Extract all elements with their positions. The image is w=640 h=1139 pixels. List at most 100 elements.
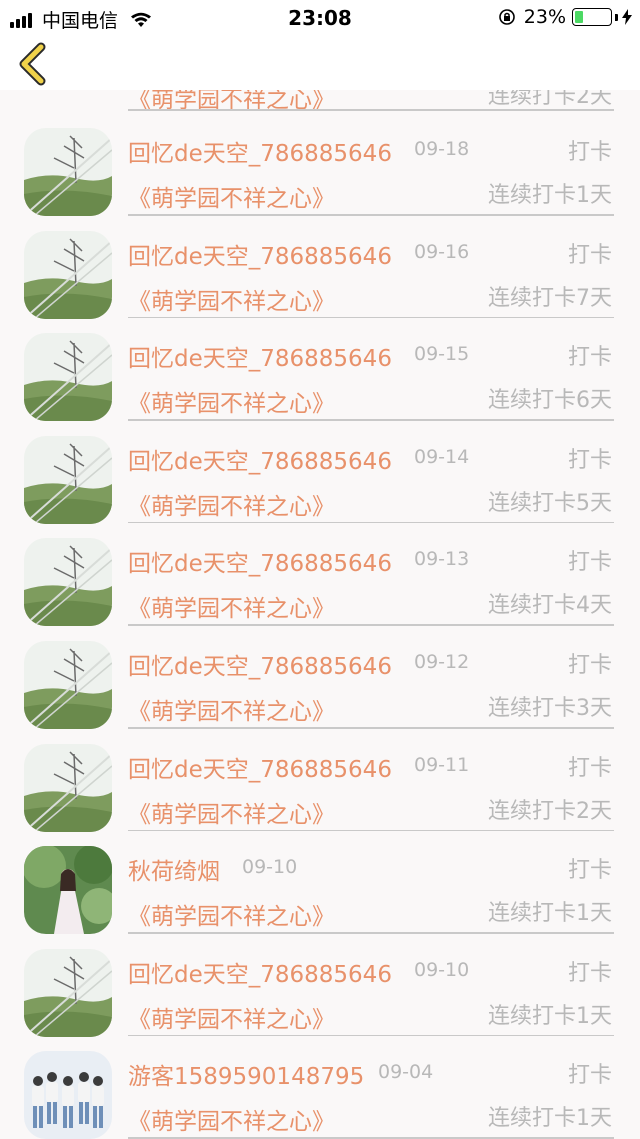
book-title[interactable]: 《萌学园不祥之心》 [128, 897, 335, 931]
checkin-date: 09-11 [414, 753, 470, 776]
user-name[interactable]: 回忆de天空_786885646 [128, 750, 392, 784]
user-avatar[interactable] [24, 230, 112, 319]
row-divider [128, 419, 614, 421]
checkin-action-label: 打卡 [567, 345, 612, 371]
row-divider [128, 316, 614, 319]
user-name[interactable]: 秋荷绮烟 [128, 852, 220, 886]
battery-percent: 23% [523, 6, 566, 28]
book-title[interactable]: 《萌学园不祥之心》 [128, 589, 335, 623]
list-item[interactable]: 回忆de天空_786885646 09-11 打卡《萌学园不祥之心》 连续打卡2天 [0, 740, 640, 843]
user-avatar[interactable] [24, 846, 112, 935]
streak-text: 连续打卡1天 [488, 901, 612, 927]
list-item[interactable]: 回忆de天空_786885646 09-18 打卡《萌学园不祥之心》 连续打卡1天 [0, 124, 640, 227]
checkin-action-label: 打卡 [567, 1063, 612, 1089]
list-item[interactable]: 回忆de天空_786885646 09-13 打卡《萌学园不祥之心》 连续打卡4天 [0, 534, 640, 637]
checkin-date: 09-12 [414, 651, 470, 673]
checkin-date: 09-10 [242, 856, 298, 879]
user-avatar[interactable] [24, 948, 112, 1037]
landscape-avatar-image [24, 538, 112, 627]
landscape-avatar-image [24, 743, 112, 832]
checkin-list[interactable]: 《萌学园不祥之心》 连续打卡2天 回忆de天空_786885646 09-18 打卡… [0, 0, 640, 1139]
checkin-date: 09-04 [378, 1061, 434, 1084]
streak-text: 连续打卡1天 [488, 183, 612, 208]
row-divider [128, 109, 614, 111]
list-item[interactable]: 游客1589590148795 09-04 打卡《萌学园不祥之心》 连续打卡1天 [0, 1047, 640, 1139]
battery-level [575, 11, 583, 23]
book-title[interactable]: 《萌学园不祥之心》 [128, 1102, 335, 1136]
streak-text: 连续打卡3天 [488, 696, 612, 721]
charging-icon [622, 9, 632, 25]
row-divider [128, 727, 614, 729]
landscape-avatar-image [24, 435, 112, 524]
checkin-action-label: 打卡 [567, 140, 612, 165]
user-name[interactable]: 回忆de天空_786885646 [128, 647, 392, 681]
checkin-date: 09-13 [414, 548, 470, 571]
streak-text: 连续打卡1天 [488, 1106, 612, 1132]
user-avatar[interactable] [24, 641, 112, 729]
row-divider [128, 1034, 614, 1037]
book-title[interactable]: 《萌学园不祥之心》 [128, 487, 335, 521]
book-title[interactable]: 《萌学园不祥之心》 [128, 179, 335, 213]
list-item[interactable]: 秋荷绮烟 09-10 打卡《萌学园不祥之心》 连续打卡1天 [0, 842, 640, 945]
user-name[interactable]: 回忆de天空_786885646 [128, 339, 392, 373]
user-name[interactable]: 游客1589590148795 [128, 1057, 364, 1091]
list-item[interactable]: 回忆de天空_786885646 09-16 打卡《萌学园不祥之心》 连续打卡7天 [0, 227, 640, 330]
list-item[interactable]: 回忆de天空_786885646 09-14 打卡《萌学园不祥之心》 连续打卡5天 [0, 432, 640, 535]
checkin-date: 09-14 [414, 445, 470, 468]
user-avatar[interactable] [24, 333, 112, 422]
checkin-action-label: 打卡 [567, 755, 612, 781]
row-divider [128, 932, 614, 934]
streak-text: 连续打卡2天 [488, 798, 612, 824]
battery-cap [615, 13, 618, 21]
list-item[interactable]: 回忆de天空_786885646 09-12 打卡《萌学园不祥之心》 连续打卡3天 [0, 637, 640, 740]
book-title[interactable]: 《萌学园不祥之心》 [128, 692, 335, 726]
list-item[interactable]: 回忆de天空_786885646 09-15 打卡《萌学园不祥之心》 连续打卡6天 [0, 329, 640, 432]
landscape-avatar-image [24, 230, 112, 319]
streak-text: 连续打卡1天 [488, 1003, 612, 1029]
user-avatar[interactable] [24, 538, 112, 627]
user-avatar[interactable] [24, 128, 112, 216]
book-title[interactable]: 《萌学园不祥之心》 [128, 384, 335, 418]
streak-text: 连续打卡5天 [488, 490, 612, 516]
chevron-left-icon [19, 42, 46, 86]
portrait-avatar-image [24, 846, 112, 935]
row-divider [128, 624, 614, 626]
checkin-date: 09-10 [414, 958, 470, 981]
row-divider [128, 829, 614, 832]
checkin-date: 09-18 [414, 138, 470, 160]
checkin-action-label: 打卡 [567, 653, 612, 678]
landscape-avatar-image [24, 948, 112, 1037]
checkin-action-label: 打卡 [567, 550, 612, 576]
rotation-lock-icon [498, 9, 515, 25]
streak-text: 连续打卡4天 [488, 593, 612, 619]
navigation-bar [0, 36, 640, 90]
user-avatar[interactable] [24, 435, 112, 524]
book-title[interactable]: 《萌学园不祥之心》 [128, 1000, 335, 1034]
list-item[interactable]: 回忆de天空_786885646 09-10 打卡《萌学园不祥之心》 连续打卡1天 [0, 945, 640, 1048]
landscape-avatar-image [24, 641, 112, 729]
landscape-avatar-image [24, 333, 112, 422]
user-name[interactable]: 回忆de天空_786885646 [128, 237, 392, 271]
checkin-date: 09-15 [414, 343, 470, 366]
book-title[interactable]: 《萌学园不祥之心》 [128, 282, 335, 316]
user-name[interactable]: 回忆de天空_786885646 [128, 442, 392, 476]
book-title[interactable]: 《萌学园不祥之心》 [128, 795, 335, 829]
user-name[interactable]: 回忆de天空_786885646 [128, 134, 392, 168]
user-avatar[interactable] [24, 743, 112, 832]
streak-text: 连续打卡6天 [488, 388, 612, 414]
status-bar: 中国电信 23:08 23% [0, 0, 640, 36]
checkin-date: 09-16 [414, 240, 470, 263]
battery-icon [572, 8, 612, 26]
streak-text: 连续打卡7天 [488, 285, 612, 311]
checkin-action-label: 打卡 [567, 858, 612, 884]
row-divider [128, 521, 614, 524]
back-button[interactable] [14, 42, 54, 86]
checkin-action-label: 打卡 [567, 447, 612, 473]
checkin-action-label: 打卡 [567, 960, 612, 986]
group-avatar-image [24, 1051, 112, 1139]
user-avatar[interactable] [24, 1051, 112, 1139]
user-name[interactable]: 回忆de天空_786885646 [128, 955, 392, 989]
landscape-avatar-image [24, 128, 112, 216]
checkin-action-label: 打卡 [567, 242, 612, 268]
user-name[interactable]: 回忆de天空_786885646 [128, 544, 392, 578]
